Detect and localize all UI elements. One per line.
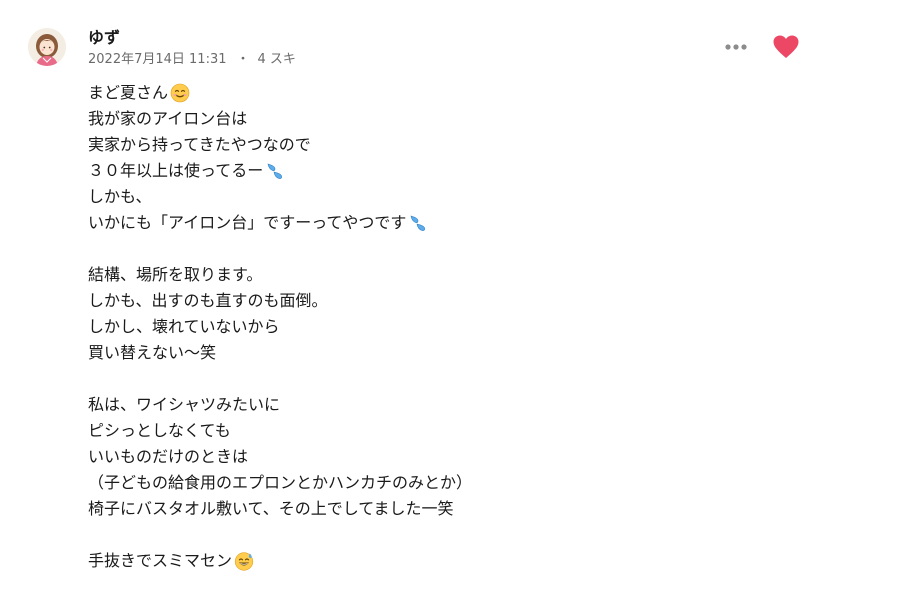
comment-card: ゆず 2022年7月14日 11:31 ・ 4 スキ まど夏さん 我が家のアイロン台… bbox=[0, 0, 924, 596]
author-name[interactable]: ゆず bbox=[88, 28, 120, 48]
comment-line: ピシっとしなくても bbox=[88, 418, 808, 444]
sweat-droplets-icon bbox=[408, 213, 428, 233]
heart-icon bbox=[773, 35, 799, 58]
comment-body: まど夏さん 我が家のアイロン台は実家から持ってきたやつなので ３０年以上は使ってる… bbox=[88, 80, 808, 574]
sweat-droplets-icon bbox=[265, 161, 285, 181]
comment-line: ３０年以上は使ってるー bbox=[88, 158, 808, 184]
comment-line bbox=[88, 366, 808, 392]
comment-line: いかにも「アイロン台」ですーってやつです bbox=[88, 210, 808, 236]
comment-line: 実家から持ってきたやつなので bbox=[88, 132, 808, 158]
comment-line-text: 我が家のアイロン台は bbox=[88, 109, 248, 128]
smiling-face-icon bbox=[170, 83, 190, 103]
more-options-button[interactable] bbox=[724, 38, 748, 56]
comment-line: いいものだけのときは bbox=[88, 444, 808, 470]
comment-line: しかし、壊れていないから bbox=[88, 314, 808, 340]
comment-line bbox=[88, 522, 808, 548]
comment-line-text: 実家から持ってきたやつなので bbox=[88, 135, 311, 154]
like-count[interactable]: 4 スキ bbox=[258, 52, 296, 67]
comment-line-text: しかし、壊れていないから bbox=[88, 317, 280, 336]
comment-line bbox=[88, 236, 808, 262]
comment-line-text: （子どもの給食用のエプロンとかハンカチのみとか） bbox=[88, 473, 473, 492]
comment-line: まど夏さん bbox=[88, 80, 808, 106]
comment-line-text: 手抜きでスミマセン bbox=[88, 551, 233, 570]
comment-line: 椅子にバスタオル敷いて、その上でしてました一笑 bbox=[88, 496, 808, 522]
comment-line-text: 私は、ワイシャツみたいに bbox=[88, 395, 281, 414]
comment-line: 我が家のアイロン台は bbox=[88, 106, 808, 132]
comment-date: 2022年7月14日 11:31 bbox=[88, 52, 227, 67]
comment-line-text: 買い替えない〜笑 bbox=[88, 343, 217, 362]
comment-line: しかも、出すのも直すのも面倒。 bbox=[88, 288, 808, 314]
grinning-sweat-icon bbox=[234, 551, 254, 571]
meta-separator: ・ bbox=[236, 52, 250, 67]
comment-line-text: いいものだけのときは bbox=[88, 447, 249, 466]
comment-line: しかも、 bbox=[88, 184, 808, 210]
comment-meta: 2022年7月14日 11:31 ・ 4 スキ bbox=[88, 51, 296, 69]
avatar-image bbox=[28, 28, 66, 66]
comment-line-text: 結構、場所を取ります。 bbox=[88, 265, 263, 284]
comment-line-text: 椅子にバスタオル敷いて、その上でしてました一笑 bbox=[88, 499, 454, 518]
comment-line-text: いかにも「アイロン台」ですーってやつです bbox=[88, 213, 407, 232]
comment-line-text: ３０年以上は使ってるー bbox=[88, 161, 264, 180]
comment-line: 結構、場所を取ります。 bbox=[88, 262, 808, 288]
comment-line-text: しかも、出すのも直すのも面倒。 bbox=[88, 291, 328, 310]
comment-line: 買い替えない〜笑 bbox=[88, 340, 808, 366]
like-button[interactable] bbox=[772, 34, 800, 60]
comment-line: 私は、ワイシャツみたいに bbox=[88, 392, 808, 418]
comment-line: （子どもの給食用のエプロンとかハンカチのみとか） bbox=[88, 470, 808, 496]
more-horizontal-icon bbox=[725, 44, 747, 50]
comment-line-text: しかも、 bbox=[88, 187, 152, 206]
comment-line: 手抜きでスミマセン bbox=[88, 548, 808, 574]
comment-line-text: まど夏さん bbox=[88, 83, 169, 102]
avatar[interactable] bbox=[28, 28, 66, 66]
comment-line-text: ピシっとしなくても bbox=[88, 421, 231, 440]
